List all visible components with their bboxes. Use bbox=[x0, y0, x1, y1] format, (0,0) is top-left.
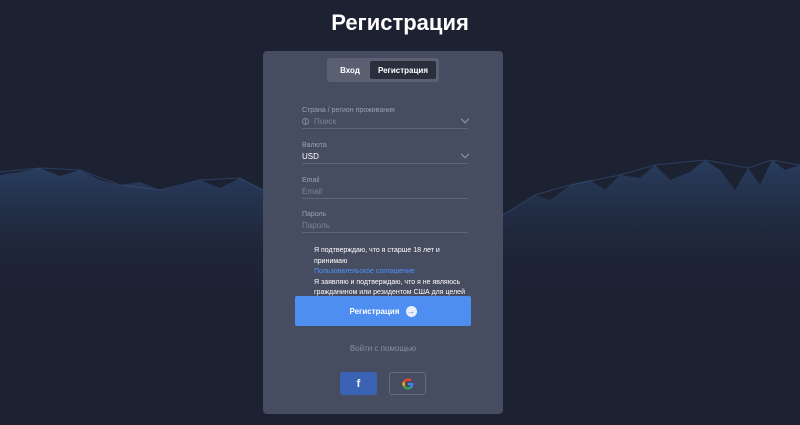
country-search-placeholder: Поиск bbox=[314, 117, 337, 126]
currency-field: Валюта USD bbox=[302, 141, 470, 164]
country-label: Страна / регион проживания bbox=[302, 107, 395, 114]
facebook-icon: f bbox=[356, 377, 361, 390]
currency-value: USD bbox=[302, 152, 319, 161]
currency-label: Валюта bbox=[302, 142, 327, 149]
email-field: Email bbox=[302, 176, 468, 199]
country-select[interactable]: Поиск bbox=[302, 114, 470, 129]
chevron-down-icon bbox=[460, 114, 470, 123]
tab-registration[interactable]: Регистрация bbox=[370, 61, 436, 79]
country-field: Страна / регион проживания Поиск bbox=[302, 106, 470, 129]
facebook-login-button[interactable]: f bbox=[340, 372, 377, 395]
password-row bbox=[302, 219, 468, 233]
password-label: Пароль bbox=[302, 211, 327, 218]
currency-select[interactable]: USD bbox=[302, 149, 470, 164]
email-label: Email bbox=[302, 177, 320, 184]
consent-age-text: Я подтверждаю, что я старше 18 лет и при… bbox=[314, 247, 440, 265]
google-login-button[interactable] bbox=[389, 372, 426, 395]
email-input[interactable] bbox=[302, 187, 468, 196]
register-button-label: Регистрация bbox=[349, 306, 400, 316]
globe-icon bbox=[302, 118, 309, 125]
social-login-label: Войти с помощью bbox=[349, 344, 417, 353]
email-row bbox=[302, 185, 468, 199]
page-title: Регистрация bbox=[331, 10, 469, 35]
google-icon bbox=[402, 378, 413, 389]
register-button[interactable]: Регистрация → bbox=[295, 296, 471, 326]
password-field: Пароль bbox=[302, 210, 468, 233]
registration-card: Вход Регистрация Страна / регион прожива… bbox=[263, 51, 503, 414]
auth-tabs: Вход Регистрация bbox=[327, 58, 439, 82]
arrow-right-icon: → bbox=[405, 305, 417, 317]
tab-login[interactable]: Вход bbox=[330, 61, 370, 79]
chevron-down-icon bbox=[460, 149, 470, 158]
password-input[interactable] bbox=[302, 221, 468, 230]
user-agreement-link[interactable]: Пользовательское соглашение bbox=[314, 267, 474, 278]
